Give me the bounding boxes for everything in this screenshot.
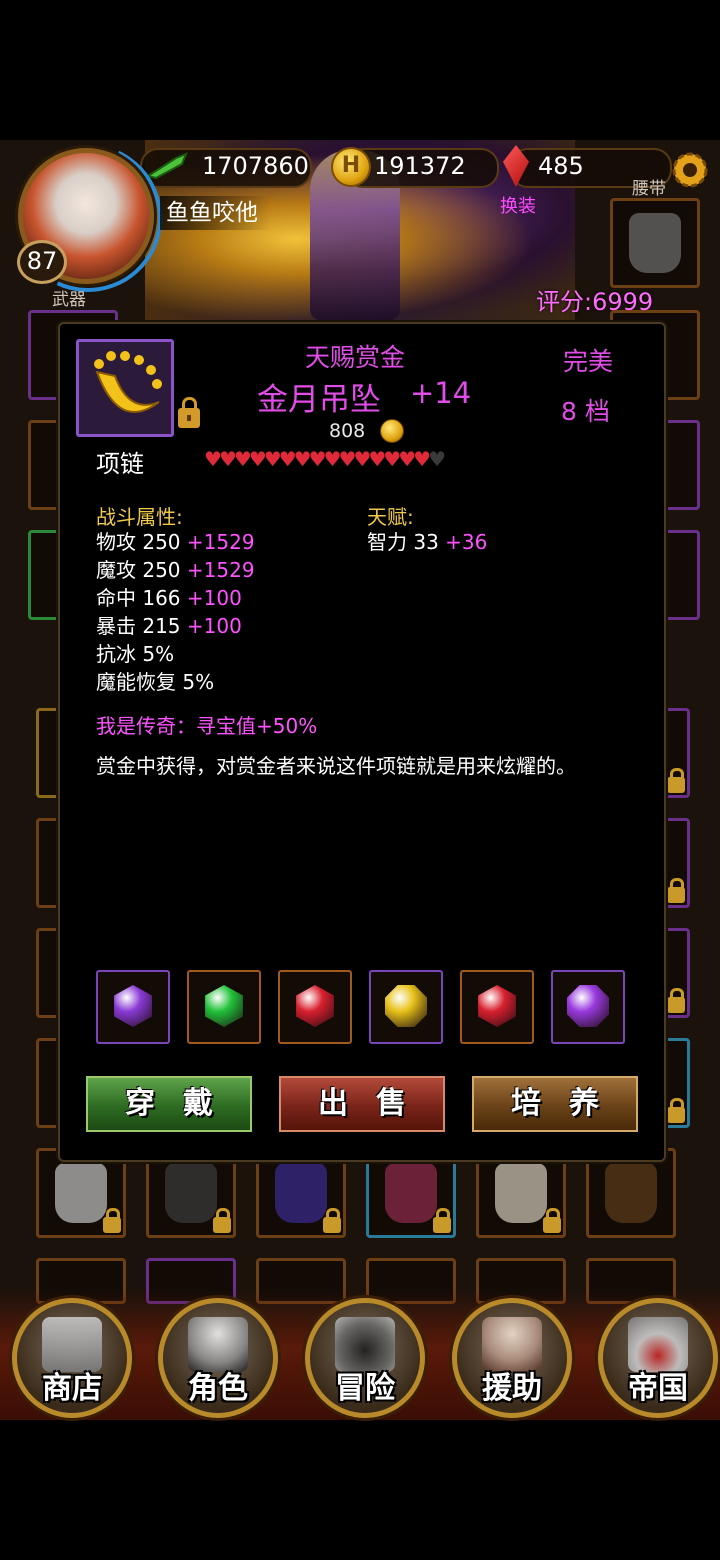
stat-name: 暴击 215 xyxy=(96,614,187,638)
item-description: 赏金中获得，对赏金者来说这件项链就是用来炫耀的。 xyxy=(96,754,576,778)
heart-filled-icon: ♥ xyxy=(383,447,401,471)
nav-character-label: 角色 xyxy=(188,1371,248,1406)
heart-filled-icon: ♥ xyxy=(278,447,297,471)
heart-filled-icon: ♥ xyxy=(218,447,237,471)
heart-filled-icon: ♥ xyxy=(308,447,327,471)
stat-name: 魔能恢复 5% xyxy=(96,670,215,694)
violet-gem-icon xyxy=(567,985,609,1027)
item-type: 项链 xyxy=(96,450,144,478)
item-star-rating: ♥♥♥♥♥♥♥♥♥♥♥♥♥♥♥♥ xyxy=(204,447,446,471)
heart-empty-icon: ♥ xyxy=(428,447,446,471)
level-badge: 87 xyxy=(17,240,67,284)
stat-name: 智力 33 xyxy=(367,530,446,554)
equip-switch-label[interactable]: 换装 xyxy=(500,192,536,218)
nav-empire-label: 帝国 xyxy=(628,1371,688,1406)
stat-line: 命中 166 +100 xyxy=(96,584,255,612)
heart-filled-icon: ♥ xyxy=(368,447,386,471)
stat-line: 智力 33 +36 xyxy=(367,528,487,556)
heart-filled-icon: ♥ xyxy=(204,447,222,471)
stat-name: 抗冰 5% xyxy=(96,642,175,666)
nav-assist-label: 援助 xyxy=(482,1371,542,1406)
stat-line: 抗冰 5% xyxy=(96,640,255,668)
power-value: 1707860 xyxy=(202,152,309,180)
power-sword-icon xyxy=(146,152,188,180)
stat-name: 物攻 250 xyxy=(96,530,187,554)
stat-name: 魔攻 250 xyxy=(96,558,187,582)
item-enhance-level: +14 xyxy=(410,376,472,410)
stat-name: 命中 166 xyxy=(96,586,187,610)
gem-socket[interactable] xyxy=(96,970,170,1044)
sell-button[interactable]: 出售 xyxy=(279,1076,445,1132)
heart-filled-icon: ♥ xyxy=(233,447,252,471)
red-gem-icon xyxy=(296,985,334,1027)
price-coin-icon xyxy=(380,419,404,443)
green-gem-icon xyxy=(205,985,243,1027)
gem-socket[interactable] xyxy=(369,970,443,1044)
red-gem-icon xyxy=(478,985,516,1027)
stat-line: 物攻 250 +1529 xyxy=(96,528,255,556)
stat-bonus: +36 xyxy=(445,530,488,554)
gold-coin-icon: H xyxy=(331,147,371,187)
item-set-name: 天赐赏金 xyxy=(305,343,406,372)
heart-filled-icon: ♥ xyxy=(413,447,431,471)
train-button[interactable]: 培养 xyxy=(472,1076,638,1132)
stat-bonus: +1529 xyxy=(186,530,255,554)
heart-filled-icon: ♥ xyxy=(248,447,267,471)
stat-bonus: +100 xyxy=(186,614,242,638)
nav-adventure-button[interactable]: 冒险 xyxy=(305,1298,425,1418)
legend-bonus: 我是传奇：寻宝值+50% xyxy=(96,714,318,738)
combat-stats-list: 物攻 250 +1529 魔攻 250 +1529 命中 166 +100 暴击 21… xyxy=(96,528,255,696)
heart-filled-icon: ♥ xyxy=(293,447,312,471)
combat-stats-header: 战斗属性: xyxy=(96,505,183,529)
nav-assist-button[interactable]: 援助 xyxy=(452,1298,572,1418)
item-grade: 8 档 xyxy=(561,397,610,426)
stat-line: 魔能恢复 5% xyxy=(96,668,255,696)
belt-slot-label: 腰带 xyxy=(632,179,666,199)
stat-bonus: +1529 xyxy=(186,558,255,582)
nav-character-button[interactable]: 角色 xyxy=(158,1298,278,1418)
purple-gem-icon xyxy=(114,985,152,1027)
heart-filled-icon: ♥ xyxy=(353,447,371,471)
heart-filled-icon: ♥ xyxy=(323,447,342,471)
gem-socket-row xyxy=(96,970,626,1044)
settings-gear-icon[interactable] xyxy=(668,148,712,192)
nav-empire-button[interactable]: 帝国 xyxy=(598,1298,718,1418)
gold-value: 191372 xyxy=(374,152,466,180)
gem-socket[interactable] xyxy=(278,970,352,1044)
heart-filled-icon: ♥ xyxy=(338,447,356,471)
necklace-item-icon xyxy=(76,339,174,437)
item-lock-icon[interactable] xyxy=(178,397,200,428)
item-name: 金月吊坠 xyxy=(257,382,381,418)
stat-line: 暴击 215 +100 xyxy=(96,612,255,640)
gem-socket[interactable] xyxy=(187,970,261,1044)
talent-header: 天赋: xyxy=(367,505,414,529)
wear-button[interactable]: 穿戴 xyxy=(86,1076,252,1132)
nav-shop-label: 商店 xyxy=(42,1371,102,1406)
player-name: 鱼鱼咬他 xyxy=(160,196,270,230)
nav-shop-button[interactable]: 商店 xyxy=(12,1298,132,1418)
gems-value: 485 xyxy=(538,152,584,180)
item-price: 808 xyxy=(329,420,366,442)
weapon-slot-label: 武器 xyxy=(52,290,86,310)
stat-line: 魔攻 250 +1529 xyxy=(96,556,255,584)
gem-socket[interactable] xyxy=(460,970,534,1044)
heart-filled-icon: ♥ xyxy=(398,447,416,471)
yellow-gem-icon xyxy=(385,985,427,1027)
nav-adventure-label: 冒险 xyxy=(335,1371,395,1406)
gem-socket[interactable] xyxy=(551,970,625,1044)
talent-stats-list: 智力 33 +36 xyxy=(367,528,487,556)
equipment-slot[interactable] xyxy=(610,198,700,288)
heart-filled-icon: ♥ xyxy=(263,447,282,471)
stat-bonus: +100 xyxy=(186,586,242,610)
item-quality: 完美 xyxy=(563,347,614,376)
